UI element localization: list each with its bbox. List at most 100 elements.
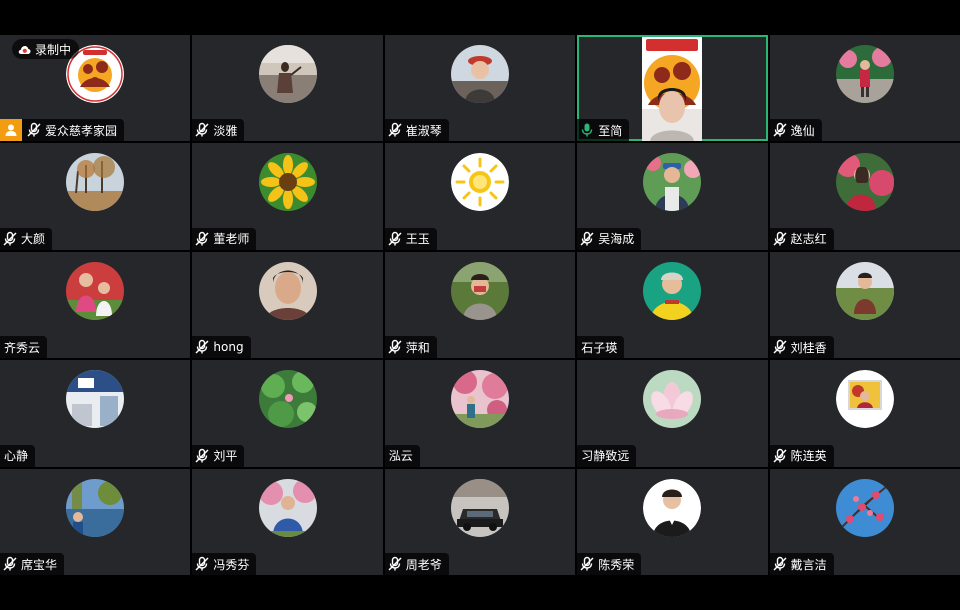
participant-tile[interactable]: 泓云	[384, 360, 576, 467]
participant-name: 赵志红	[790, 232, 827, 247]
participant-tile[interactable]: 吴海成	[577, 143, 768, 250]
participant-tile[interactable]: 至简	[577, 35, 768, 142]
participant-avatar	[258, 153, 317, 212]
participant-avatar	[643, 478, 702, 537]
participant-tile[interactable]: 王玉	[384, 143, 576, 250]
participant-name-bar: 刘平	[192, 444, 245, 467]
participant-name: 吴海成	[598, 232, 635, 247]
participant-name: 王玉	[405, 232, 430, 247]
participant-name: 习静致远	[581, 449, 630, 464]
participant-avatar	[258, 478, 317, 537]
participant-avatar	[66, 261, 125, 320]
participant-tile[interactable]: 萍和	[384, 251, 576, 359]
participant-name: 周老爷	[405, 557, 442, 572]
participant-tile[interactable]: 淡雅	[192, 35, 383, 142]
participant-tile[interactable]: 逸仙	[769, 35, 960, 142]
participant-avatar	[835, 478, 894, 537]
participant-name-bar: 齐秀云	[0, 336, 48, 359]
mic-muted-icon	[27, 123, 41, 137]
participant-avatar	[66, 478, 125, 537]
participant-tile[interactable]: 周老爷	[384, 468, 576, 575]
participant-name-bar: 泓云	[384, 444, 420, 467]
participant-tile[interactable]: 冯秀芬	[192, 468, 383, 575]
participant-name: 刘桂香	[790, 340, 827, 355]
mic-muted-icon	[773, 556, 787, 571]
participant-avatar	[66, 370, 125, 429]
participant-tile[interactable]: 石子瑛	[577, 251, 768, 359]
participant-name-bar: 崔淑琴	[384, 119, 449, 142]
mic-muted-icon	[3, 556, 17, 571]
participant-name-bar: 王玉	[384, 227, 437, 250]
cloud-record-icon	[18, 45, 31, 54]
participant-avatar	[66, 153, 125, 212]
participant-tile[interactable]: 刘桂香	[769, 251, 960, 359]
participant-name-bar: 戴言洁	[769, 553, 834, 575]
participant-tile[interactable]: 席宝华	[0, 468, 191, 575]
participant-name: 席宝华	[21, 557, 58, 572]
host-icon	[0, 119, 22, 142]
participant-tile[interactable]: 习静致远	[577, 360, 768, 467]
participant-name: 陈秀荣	[598, 557, 635, 572]
mic-muted-icon	[388, 339, 402, 354]
mic-muted-icon	[388, 556, 402, 571]
mic-muted-icon	[773, 231, 787, 246]
participant-name: 大颜	[21, 232, 46, 247]
participant-tile[interactable]: 刘平	[192, 360, 383, 467]
participant-name-bar: 赵志红	[769, 227, 834, 250]
mic-muted-icon	[3, 231, 17, 246]
mic-muted-icon	[580, 231, 594, 246]
participant-tile[interactable]: 大颜	[0, 143, 191, 250]
participant-name-bar: 大颜	[0, 227, 53, 250]
participant-name: 逸仙	[790, 123, 815, 138]
participant-name-bar: 至简	[577, 119, 630, 142]
mic-muted-icon	[773, 123, 787, 137]
participant-name: 齐秀云	[4, 340, 41, 355]
bottom-black-bar	[0, 575, 960, 610]
participant-tile[interactable]: 心静	[0, 360, 191, 467]
participant-name: 崔淑琴	[405, 123, 442, 138]
mic-muted-icon	[195, 448, 209, 463]
participant-video	[642, 37, 703, 141]
participant-avatar	[835, 45, 894, 103]
top-black-bar	[0, 0, 960, 35]
mic-muted-icon	[195, 231, 209, 246]
recording-indicator[interactable]: 录制中	[12, 39, 80, 59]
participant-grid: 爱众慈孝家园 淡雅 崔淑琴 至简 逸仙大颜 董老师 王玉 吴海成 赵志红齐秀云 hong 萍和 石子瑛…	[0, 35, 960, 575]
participant-avatar	[450, 478, 509, 537]
participant-tile[interactable]: 陈连英	[769, 360, 960, 467]
participant-avatar	[835, 153, 894, 212]
mic-muted-icon	[195, 123, 209, 137]
participant-name-bar: 吴海成	[577, 227, 642, 250]
mic-muted-icon	[773, 339, 787, 354]
participant-name: 心静	[4, 449, 29, 464]
mic-muted-icon	[195, 339, 209, 354]
participant-tile[interactable]: 董老师	[192, 143, 383, 250]
participant-avatar	[258, 370, 317, 429]
participant-name-bar: 冯秀芬	[192, 553, 257, 575]
participant-avatar	[643, 153, 702, 212]
participant-tile[interactable]: 赵志红	[769, 143, 960, 250]
participant-name: 冯秀芬	[213, 557, 250, 572]
mic-muted-icon	[195, 556, 209, 571]
participant-name: hong	[213, 340, 244, 355]
mic-on-icon	[581, 123, 593, 137]
participant-name-bar: 萍和	[384, 336, 437, 359]
participant-name-bar: 周老爷	[384, 553, 449, 575]
participant-name: 董老师	[213, 232, 250, 247]
participant-tile[interactable]: 崔淑琴	[384, 35, 576, 142]
participant-tile[interactable]: hong	[192, 251, 383, 359]
participant-tile[interactable]: 陈秀荣	[577, 468, 768, 575]
participant-name: 刘平	[213, 449, 238, 464]
mic-muted-icon	[580, 556, 594, 571]
participant-name-bar: 爱众慈孝家园	[0, 119, 125, 142]
participant-avatar	[450, 153, 509, 212]
participant-name: 石子瑛	[581, 340, 618, 355]
participant-tile[interactable]: 齐秀云	[0, 251, 191, 359]
participant-name-bar: 石子瑛	[577, 336, 625, 359]
participant-avatar	[450, 45, 509, 103]
participant-tile[interactable]: 戴言洁	[769, 468, 960, 575]
participant-name-bar: 习静致远	[577, 444, 637, 467]
participant-name: 爱众慈孝家园	[45, 123, 118, 138]
mic-muted-icon	[388, 231, 402, 246]
participant-name-bar: 逸仙	[769, 119, 822, 142]
